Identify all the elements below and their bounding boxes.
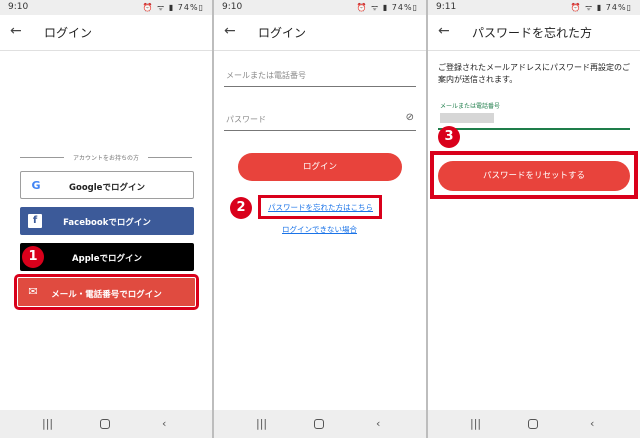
forgot-password-highlight: パスワードを忘れた方はこちら bbox=[258, 195, 382, 219]
status-bar: 9:11 ⏰ ᯤ ▮ 74%▯ bbox=[428, 0, 640, 15]
system-nav-bar: ||| ‹ bbox=[214, 410, 426, 438]
facebook-login-button[interactable]: f Facebookでログイン bbox=[20, 207, 194, 235]
page-title: パスワードを忘れた方 bbox=[472, 26, 593, 40]
home-icon[interactable] bbox=[314, 419, 324, 429]
screen-email-login: 9:10 ⏰ ᯤ ▮ 74%▯ ← ログイン メールまたは電話番号 パスワード … bbox=[214, 0, 426, 438]
arrow-left-icon[interactable]: ← bbox=[10, 23, 22, 39]
page-title: ログイン bbox=[44, 26, 93, 40]
app-bar: ← パスワードを忘れた方 bbox=[428, 15, 640, 51]
apple-login-button[interactable]: Appleでログイン bbox=[20, 243, 194, 271]
step-badge: 1 bbox=[22, 246, 44, 268]
eye-off-icon[interactable]: ⊘ bbox=[406, 112, 414, 123]
nav-back-icon[interactable]: ‹ bbox=[162, 417, 166, 430]
reset-button-highlight: パスワードをリセットする bbox=[430, 151, 638, 199]
account-divider-label: アカウントをお持ちの方 bbox=[20, 153, 192, 162]
arrow-left-icon[interactable]: ← bbox=[438, 23, 450, 39]
email-field-label: メールまたは電話番号 bbox=[440, 103, 501, 110]
email-field-underline bbox=[438, 128, 630, 130]
step-badge: 3 bbox=[438, 126, 460, 148]
system-nav-bar: ||| ‹ bbox=[0, 410, 212, 438]
email-placeholder: メールまたは電話番号 bbox=[226, 71, 306, 80]
recent-apps-icon[interactable]: ||| bbox=[256, 417, 267, 430]
email-phone-login-button[interactable]: ✉ メール・電話番号でログイン bbox=[14, 274, 199, 310]
email-login-label: メール・電話番号でログイン bbox=[51, 290, 162, 300]
facebook-login-label: Facebookでログイン bbox=[63, 218, 151, 228]
status-icons: ⏰ ᯤ ▮ 74%▯ bbox=[570, 3, 632, 12]
page-title: ログイン bbox=[258, 26, 307, 40]
reset-description: ご登録されたメールアドレスにパスワード再設定のご案内が送信されます。 bbox=[438, 63, 630, 84]
nav-back-icon[interactable]: ‹ bbox=[376, 417, 380, 430]
forgot-password-link[interactable]: パスワードを忘れた方はこちら bbox=[268, 202, 373, 213]
status-bar: 9:10 ⏰ ᯤ ▮ 74%▯ bbox=[0, 0, 212, 15]
app-bar: ← ログイン bbox=[0, 15, 212, 51]
recent-apps-icon[interactable]: ||| bbox=[42, 417, 53, 430]
status-icons: ⏰ ᯤ ▮ 74%▯ bbox=[356, 3, 418, 12]
system-nav-bar: ||| ‹ bbox=[428, 410, 640, 438]
app-bar: ← ログイン bbox=[214, 15, 426, 51]
status-bar: 9:10 ⏰ ᯤ ▮ 74%▯ bbox=[214, 0, 426, 15]
password-field[interactable]: パスワード ⊘ bbox=[224, 109, 416, 131]
cant-login-link[interactable]: ログインできない場合 bbox=[282, 224, 357, 235]
status-time: 9:10 bbox=[8, 2, 29, 12]
home-icon[interactable] bbox=[100, 419, 110, 429]
nav-back-icon[interactable]: ‹ bbox=[590, 417, 594, 430]
screen-login-options: 9:10 ⏰ ᯤ ▮ 74%▯ ← ログイン アカウントをお持ちの方 G Goo… bbox=[0, 0, 212, 438]
arrow-left-icon[interactable]: ← bbox=[224, 23, 236, 39]
status-icons: ⏰ ᯤ ▮ 74%▯ bbox=[142, 3, 204, 12]
google-login-button[interactable]: G Googleでログイン bbox=[20, 171, 194, 199]
screen-forgot-password: 9:11 ⏰ ᯤ ▮ 74%▯ ← パスワードを忘れた方 ご登録されたメールアド… bbox=[428, 0, 640, 438]
email-field[interactable]: メールまたは電話番号 bbox=[224, 65, 416, 87]
home-icon[interactable] bbox=[528, 419, 538, 429]
password-placeholder: パスワード bbox=[226, 115, 266, 124]
step-badge: 2 bbox=[230, 197, 252, 219]
status-time: 9:10 bbox=[222, 2, 243, 12]
google-login-label: Googleでログイン bbox=[69, 183, 145, 193]
email-field-value-masked[interactable] bbox=[440, 113, 494, 123]
login-button[interactable]: ログイン bbox=[238, 153, 402, 181]
reset-password-button[interactable]: パスワードをリセットする bbox=[438, 161, 630, 191]
recent-apps-icon[interactable]: ||| bbox=[470, 417, 481, 430]
apple-login-label: Appleでログイン bbox=[72, 254, 142, 264]
status-time: 9:11 bbox=[436, 2, 457, 12]
